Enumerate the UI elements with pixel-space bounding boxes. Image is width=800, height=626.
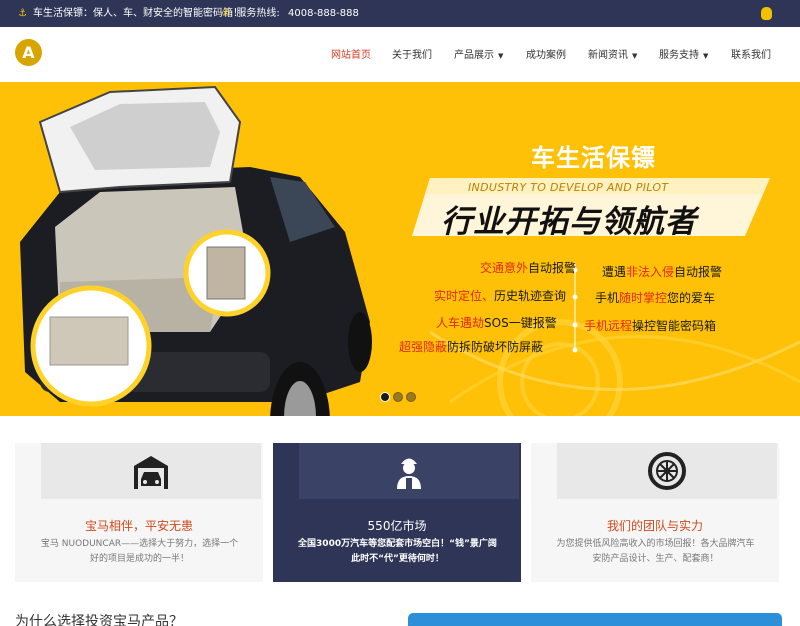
- nav-label: 关于我们: [392, 50, 432, 61]
- feature-text: 自动报警: [528, 261, 577, 275]
- hotline-number[interactable]: 4008-888-888: [288, 0, 359, 27]
- site-header: A 网站首页 关于我们 产品展示 ▼ 成功案例 新闻资讯 ▼ 服务支持 ▼ 联系我们: [0, 27, 800, 82]
- feature-prefix: 手机: [595, 291, 620, 305]
- card-icon-box: [557, 443, 777, 499]
- nav-item-cases[interactable]: 成功案例: [526, 27, 566, 82]
- phone-icon: ✆: [222, 8, 231, 19]
- feature-highlight: 人车遇劫: [436, 316, 485, 330]
- nav-label: 联系我们: [731, 50, 771, 61]
- anchor-icon: ⚓: [18, 8, 27, 19]
- hero-title: 车生活保镖: [531, 144, 656, 172]
- feature-left-3: 人车遇劫SOS一键报警: [436, 314, 557, 331]
- nav-label: 产品展示: [454, 50, 494, 61]
- card-title: 550亿市场: [367, 519, 427, 533]
- nav-label: 服务支持: [659, 50, 699, 61]
- feature-text: 您的爱车: [667, 291, 716, 305]
- feature-prefix: 遭遇: [602, 265, 627, 279]
- top-bar: ⚓ 车生活保镖：保人、车、财安全的智能密码箱！ ✆ 服务热线: 4008-888…: [0, 0, 800, 27]
- feature-right-3: 手机远程操控智能密码箱: [584, 317, 716, 334]
- chevron-down-icon: ▼: [703, 52, 709, 60]
- nav-item-products[interactable]: 产品展示 ▼: [454, 27, 503, 82]
- hero-headline: 行业开拓与领航者: [441, 204, 697, 240]
- nav-item-support[interactable]: 服务支持 ▼: [659, 27, 708, 82]
- feature-text: 操控智能密码箱: [632, 319, 717, 333]
- card-icon-box: [41, 443, 261, 499]
- hero-banner[interactable]: 车生活保镖 INDUSTRY TO DEVELOP AND PILOT 行业开拓…: [0, 82, 800, 416]
- nav-item-home[interactable]: 网站首页: [331, 27, 371, 82]
- chevron-down-icon: ▼: [498, 52, 504, 60]
- feature-highlight: 实时定位、: [434, 289, 495, 303]
- slogan-text: 车生活保镖：保人、车、财安全的智能密码箱！: [32, 8, 243, 19]
- feature-card-2[interactable]: 550亿市场 全国3000万汽车等您配套市场空白！“钱”景广阔 此时不“代”更待…: [273, 443, 521, 582]
- feature-highlight: 非法入侵: [626, 265, 675, 279]
- nav-label: 网站首页: [331, 50, 371, 61]
- card-description: 为您提供低风险高收入的市场回报！各大品牌汽车安防产品设计、生产、配套商！: [556, 539, 755, 564]
- feature-text: 历史轨迹查询: [494, 289, 567, 303]
- feature-highlight: 随时掌控: [619, 291, 668, 305]
- hotline-label: 服务热线:: [236, 8, 280, 19]
- feature-highlight: 交通意外: [480, 261, 529, 275]
- carousel-dots: [380, 392, 416, 402]
- carousel-dot-3[interactable]: [406, 392, 416, 402]
- card-description: 全国3000万汽车等您配套市场空白！“钱”景广阔 此时不“代”更待何时！: [298, 539, 497, 564]
- carousel-dot-2[interactable]: [393, 392, 403, 402]
- card-title: 宝马相伴，平安无患: [84, 519, 193, 533]
- feature-highlight: 手机远程: [584, 319, 633, 333]
- carousel-dot-1[interactable]: [380, 392, 390, 402]
- nav-label: 成功案例: [526, 50, 566, 61]
- feature-left-1: 交通意外自动报警: [480, 259, 576, 276]
- feature-left-2: 实时定位、历史轨迹查询: [434, 287, 566, 304]
- why-invest-heading: 为什么选择投资宝马产品？: [15, 614, 183, 626]
- feature-card-1[interactable]: 宝马相伴，平安无患 宝马 NUODUNCAR——选择大于努力，选择一个好的项目是…: [15, 443, 263, 582]
- card-title: 我们的团队与实力: [606, 519, 703, 533]
- nav-item-contact[interactable]: 联系我们: [731, 27, 771, 82]
- nav-label: 新闻资讯: [588, 50, 628, 61]
- feature-right-1: 遭遇非法入侵自动报警: [602, 263, 722, 280]
- feature-text: 防拆防破坏防屏蔽: [447, 340, 544, 354]
- worker-icon: [397, 458, 421, 489]
- card-icon-box: [299, 443, 519, 499]
- feature-text: SOS一键报警: [484, 316, 557, 330]
- feature-left-4: 超强隐蔽防拆防破坏防屏蔽: [399, 338, 543, 355]
- hotline-item: ✆ 服务热线:: [222, 0, 280, 27]
- tire-icon: [648, 452, 686, 490]
- nav-item-news[interactable]: 新闻资讯 ▼: [588, 27, 637, 82]
- site-logo[interactable]: A: [15, 39, 42, 66]
- hero-subtitle: INDUSTRY TO DEVELOP AND PILOT: [468, 181, 669, 194]
- promo-image: [408, 613, 782, 626]
- card-description: 宝马 NUODUNCAR——选择大于努力，选择一个好的项目是成功的一半！: [40, 539, 239, 564]
- nav-item-about[interactable]: 关于我们: [392, 27, 432, 82]
- feature-card-3[interactable]: 我们的团队与实力 为您提供低风险高收入的市场回报！各大品牌汽车安防产品设计、生产…: [531, 443, 779, 582]
- feature-highlight: 超强隐蔽: [399, 340, 448, 354]
- feature-text: 自动报警: [674, 265, 723, 279]
- feature-right-2: 手机随时掌控您的爱车: [595, 289, 715, 306]
- qq-icon[interactable]: [761, 7, 772, 20]
- garage-car-icon: [134, 456, 168, 489]
- chevron-down-icon: ▼: [632, 52, 638, 60]
- slogan-item: ⚓ 车生活保镖：保人、车、财安全的智能密码箱！: [18, 0, 243, 27]
- hero-illustration: [0, 82, 800, 416]
